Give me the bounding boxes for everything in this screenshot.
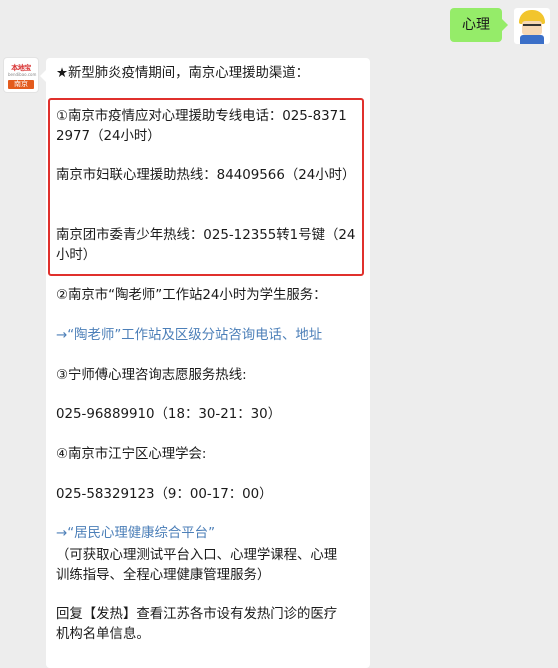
message-heading: ★新型肺炎疫情期间，南京心理援助渠道： [56, 66, 310, 81]
bot-logo-domain: bendibao.com [8, 72, 37, 77]
jiangning-heading: ④南京市江宁区心理学会: [56, 447, 207, 462]
hotline-city-line2: 2977（24小时） [56, 129, 161, 144]
bot-city-badge: 南京 [8, 80, 34, 89]
user-message-row: 心理 [450, 8, 550, 44]
bot-avatar[interactable]: 本地宝 bendibao.com 南京 [4, 58, 38, 92]
platform-desc-line2: 训练指导、全程心理健康管理服务） [56, 568, 271, 583]
hotline-youth-line1: 南京团市委青少年热线：025-12355转1号键（24 [56, 228, 356, 243]
ning-shifu-heading: ③宁师傅心理咨询志愿服务热线: [56, 368, 247, 383]
ning-shifu-phone: 025-96889910（18：30-21：30） [56, 407, 282, 422]
reply-hint-line1: 回复【发热】查看江苏各市设有发热门诊的医疗 [56, 607, 338, 622]
jiangning-phone: 025-58329123（9：00-17：00） [56, 487, 273, 502]
user-avatar[interactable] [514, 8, 550, 44]
hotline-city-line1: ①南京市疫情应对心理援助专线电话：025-8371 [56, 109, 347, 124]
body-icon [520, 35, 544, 44]
reply-hint-line2: 机构名单信息。 [56, 627, 150, 642]
platform-desc-line1: （可获取心理测试平台入口、心理学课程、心理 [56, 548, 338, 563]
tao-laoshi-link[interactable]: →“陶老师”工作站及区级分站咨询电话、地址 [56, 326, 362, 346]
user-message-bubble[interactable]: 心理 [450, 8, 508, 42]
hotline-youth-line2: 小时） [56, 248, 97, 263]
bot-message-bubble: ★新型肺炎疫情期间，南京心理援助渠道： ①南京市疫情应对心理援助专线电话：025… [40, 58, 370, 668]
platform-link[interactable]: →“居民心理健康综合平台” [56, 524, 362, 544]
glasses-icon [523, 24, 541, 30]
hotline-women-fed: 南京市妇联心理援助热线：84409566（24小时） [56, 168, 356, 183]
tao-laoshi-heading: ②南京市“陶老师”工作站24小时为学生服务： [56, 288, 327, 303]
